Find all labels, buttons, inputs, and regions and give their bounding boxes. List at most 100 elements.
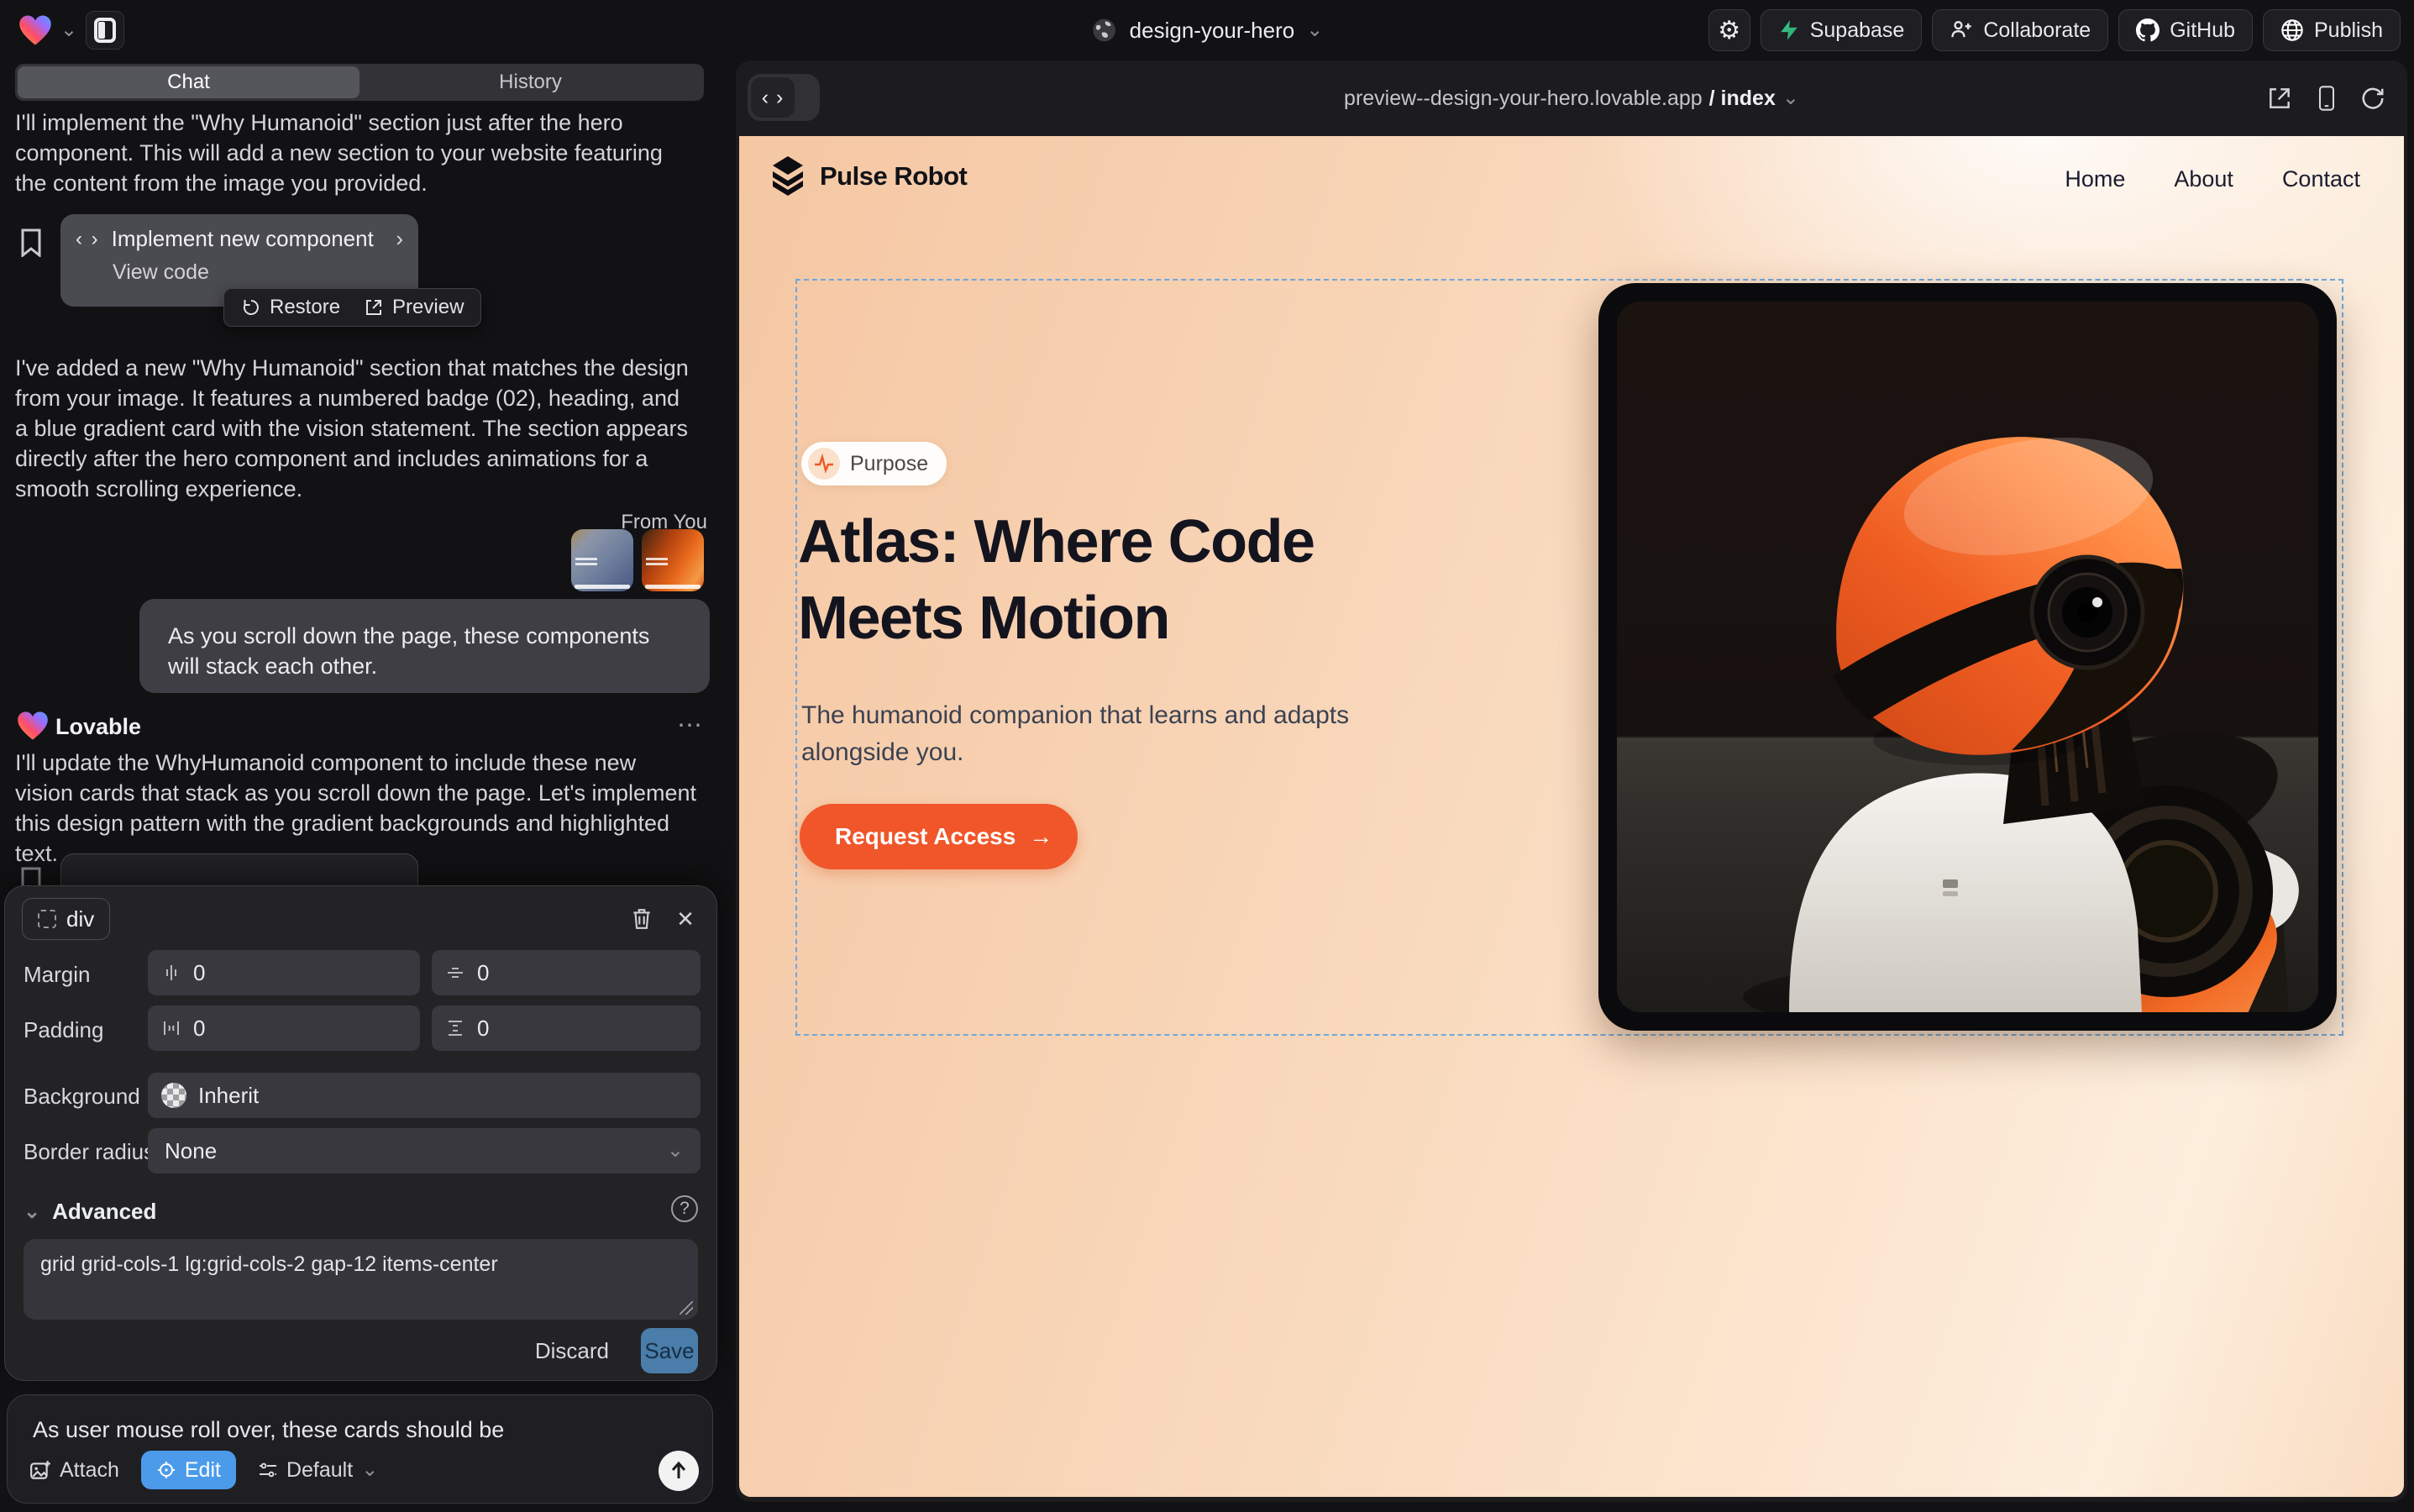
restore-button[interactable]: Restore <box>241 296 340 319</box>
gear-icon: ⚙ <box>1718 16 1740 45</box>
selected-element-pill[interactable]: div <box>22 898 110 940</box>
selected-element-tag: div <box>66 906 94 932</box>
request-access-button[interactable]: Request Access → <box>800 804 1078 869</box>
site-brand-name: Pulse Robot <box>820 161 967 192</box>
workspace-chevron-down-icon[interactable]: ⌄ <box>60 20 77 40</box>
hero-title: Atlas: Where Code Meets Motion <box>798 504 1315 657</box>
advanced-classes-textarea[interactable]: grid grid-cols-1 lg:grid-cols-2 gap-12 i… <box>24 1239 698 1320</box>
add-user-icon <box>1950 18 1973 42</box>
hero-subtitle: The humanoid companion that learns and a… <box>801 697 1406 771</box>
margin-y-value: 0 <box>477 960 489 986</box>
assistant-name: Lovable <box>55 714 141 740</box>
github-icon <box>2136 18 2159 42</box>
attachment-thumbnail-blue[interactable] <box>571 529 633 591</box>
publish-button[interactable]: Publish <box>2263 9 2401 51</box>
globe-icon <box>1091 17 1118 44</box>
github-button[interactable]: GitHub <box>2118 9 2253 51</box>
advanced-label: Advanced <box>52 1199 156 1225</box>
mode-label: Default <box>286 1458 353 1483</box>
supabase-label: Supabase <box>1810 18 1905 43</box>
target-icon <box>156 1460 176 1480</box>
thumbnail-text <box>575 558 597 566</box>
tab-history[interactable]: History <box>359 66 701 98</box>
border-radius-select[interactable]: None ⌄ <box>148 1128 701 1173</box>
project-switcher[interactable]: design-your-hero ⌄ <box>1091 0 1324 60</box>
model-selector[interactable]: Default ⌄ <box>258 1458 378 1483</box>
padding-x-value: 0 <box>193 1016 205 1042</box>
refresh-icon <box>2360 86 2385 111</box>
preview-url-bar[interactable]: preview--design-your-hero.lovable.app / … <box>1344 60 1799 136</box>
resize-handle[interactable] <box>680 1301 693 1315</box>
preview-path: / index <box>1709 87 1776 111</box>
cta-label: Request Access <box>835 823 1015 850</box>
nav-contact[interactable]: Contact <box>2282 166 2360 192</box>
edit-mode-button[interactable]: Edit <box>141 1451 236 1489</box>
save-button[interactable]: Save <box>641 1328 698 1373</box>
padding-vertical-icon <box>445 1018 465 1038</box>
external-link-icon <box>364 297 384 318</box>
nav-about[interactable]: About <box>2174 166 2233 192</box>
sliders-icon <box>258 1460 278 1480</box>
composer-input[interactable]: As user mouse roll over, these cards sho… <box>33 1417 504 1443</box>
code-view-toggle[interactable]: ‹ › <box>748 74 820 121</box>
padding-y-value: 0 <box>477 1016 489 1042</box>
site-brand[interactable]: Pulse Robot <box>768 155 967 198</box>
background-input[interactable]: Inherit <box>148 1073 701 1118</box>
padding-x-input[interactable]: 0 <box>148 1005 420 1051</box>
site-header: Pulse Robot Home About Contact <box>739 136 2404 228</box>
lovable-heart-icon <box>17 711 49 741</box>
attachment-thumbnail-orange[interactable] <box>642 529 704 591</box>
external-link-icon <box>2266 85 2293 112</box>
refresh-button[interactable] <box>2360 86 2385 111</box>
settings-button[interactable]: ⚙ <box>1708 9 1750 51</box>
mobile-view-button[interactable] <box>2315 85 2338 112</box>
pulse-icon <box>808 448 840 480</box>
padding-label: Padding <box>24 1017 103 1043</box>
tab-chat[interactable]: Chat <box>18 66 359 98</box>
transparent-swatch-icon <box>161 1083 186 1108</box>
background-value: Inherit <box>198 1083 259 1109</box>
message-menu-icon[interactable]: ⋯ <box>677 711 704 740</box>
margin-x-input[interactable]: 0 <box>148 950 420 995</box>
open-in-new-tab-button[interactable] <box>2266 85 2293 112</box>
send-button[interactable] <box>659 1451 699 1491</box>
restore-label: Restore <box>270 296 340 319</box>
padding-horizontal-icon <box>161 1018 181 1038</box>
thumbnail-text <box>646 558 668 566</box>
arrow-up-icon <box>669 1460 689 1482</box>
version-actions-popover: Restore Preview <box>223 288 481 327</box>
sidebar-toggle-button[interactable] <box>86 11 124 50</box>
preview-panel: ‹ › preview--design-your-hero.lovable.ap… <box>736 60 2407 1502</box>
chat-composer[interactable]: As user mouse roll over, these cards sho… <box>7 1394 713 1504</box>
chat-history-tabs: Chat History <box>15 64 704 101</box>
supabase-icon <box>1778 18 1800 42</box>
preview-url: preview--design-your-hero.lovable.app <box>1344 87 1703 111</box>
restore-icon <box>241 297 261 318</box>
help-icon[interactable]: ? <box>671 1195 698 1222</box>
collaborate-button[interactable]: Collaborate <box>1932 9 2108 51</box>
component-card-title: Implement new component <box>112 226 374 252</box>
github-label: GitHub <box>2170 18 2235 43</box>
lovable-heart-logo[interactable] <box>18 14 52 46</box>
advanced-section-toggle[interactable]: ⌄ Advanced <box>24 1199 156 1225</box>
delete-element-button[interactable] <box>627 905 656 933</box>
close-inspector-button[interactable]: ✕ <box>671 905 700 933</box>
bookmark-icon[interactable] <box>20 228 42 257</box>
site-nav: Home About Contact <box>2065 166 2360 192</box>
collaborate-label: Collaborate <box>1983 18 2091 43</box>
margin-x-value: 0 <box>193 960 205 986</box>
discard-button[interactable]: Discard <box>535 1338 609 1364</box>
border-radius-label: Border radius <box>24 1139 155 1165</box>
margin-horizontal-icon <box>161 963 181 983</box>
hero-badge: Purpose <box>801 442 947 486</box>
margin-label: Margin <box>24 962 90 988</box>
padding-y-input[interactable]: 0 <box>432 1005 701 1051</box>
margin-y-input[interactable]: 0 <box>432 950 701 995</box>
preview-button[interactable]: Preview <box>364 296 464 319</box>
project-title: design-your-hero <box>1130 18 1295 44</box>
view-code-link[interactable]: View code <box>113 260 403 285</box>
attach-button[interactable]: Attach <box>29 1458 119 1483</box>
nav-home[interactable]: Home <box>2065 166 2125 192</box>
preview-label: Preview <box>392 296 464 319</box>
supabase-button[interactable]: Supabase <box>1761 9 1923 51</box>
